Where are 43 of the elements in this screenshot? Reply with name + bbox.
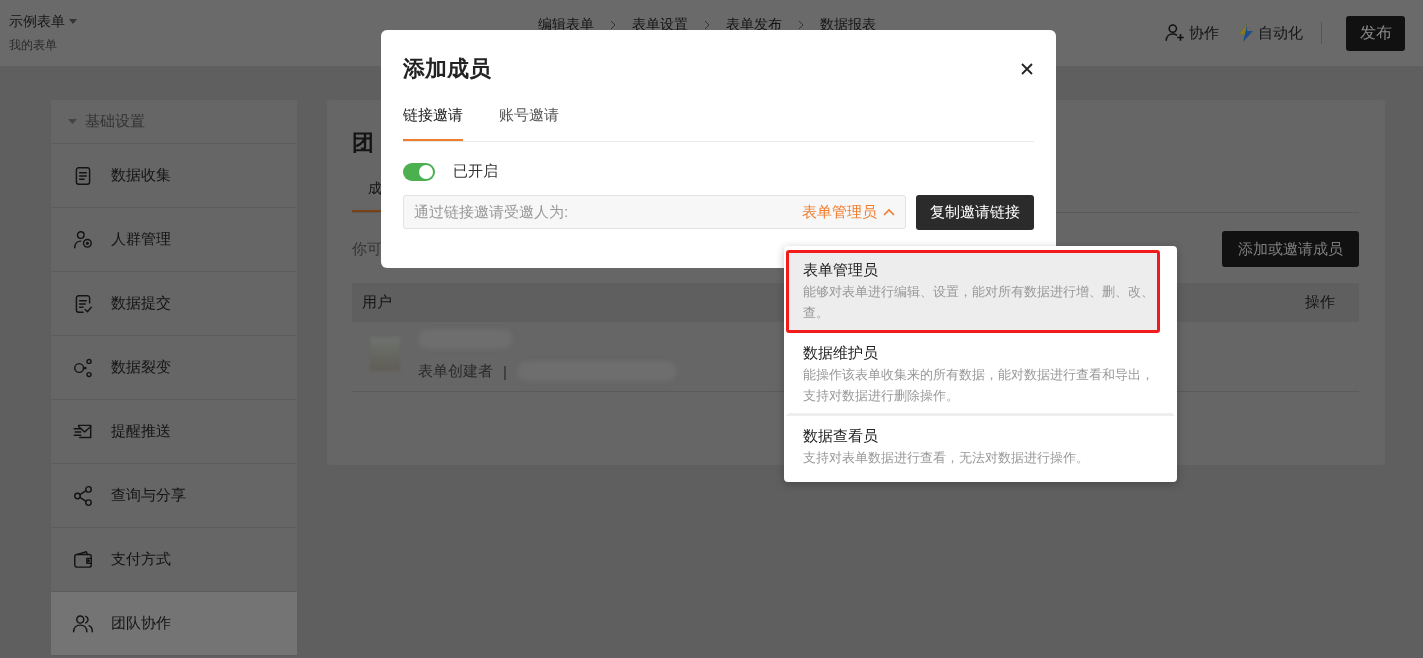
sidebar-item[interactable]: 数据提交 — [51, 272, 297, 336]
breadcrumb-text[interactable]: 我的表单 — [9, 36, 249, 54]
chevron-icon — [797, 20, 804, 30]
sidebar-item[interactable]: 提醒推送 — [51, 400, 297, 464]
dialog-tab[interactable]: 链接邀请 — [403, 106, 463, 141]
dialog-title: 添加成员 — [403, 55, 491, 83]
dialog-tab[interactable]: 账号邀请 — [499, 106, 559, 141]
publish-button[interactable]: 发布 — [1346, 15, 1405, 51]
sidebar-item[interactable]: 查询与分享 — [51, 464, 297, 528]
form-title: 示例表单 — [9, 12, 65, 31]
chevron-icon — [609, 20, 616, 30]
chevron-icon — [703, 20, 710, 30]
role-option[interactable]: 数据查看员 支持对表单数据进行查看，无法对数据进行操作。 — [786, 416, 1175, 478]
column-header: 用户 — [362, 293, 392, 312]
step-tab[interactable]: 表单设置 — [631, 16, 688, 34]
sidebar-item[interactable]: 数据收集 — [51, 144, 297, 208]
sidebar-item[interactable]: 团队协作 — [51, 592, 297, 656]
column-header: 操作 — [1305, 293, 1335, 312]
role-select-field[interactable]: 通过链接邀请受邀人为: 表单管理员 — [403, 195, 906, 229]
toggle-label: 已开启 — [453, 162, 498, 181]
automation-button[interactable]: 自动化 — [1237, 23, 1303, 43]
toggle-switch[interactable] — [403, 162, 435, 181]
copy-link-button[interactable]: 复制邀请链接 — [916, 195, 1034, 230]
close-icon[interactable] — [1020, 62, 1034, 76]
fission-icon — [72, 356, 94, 379]
add-member-button[interactable]: 添加或邀请成员 — [1222, 231, 1359, 267]
add-user-icon — [1164, 22, 1186, 44]
collaborate-button[interactable]: 协作 — [1164, 22, 1219, 44]
separator-text: | — [503, 362, 507, 380]
panel-title: 团 — [352, 129, 375, 157]
role-text: 表单创建者 — [418, 361, 493, 381]
share-icon — [72, 484, 94, 507]
people-icon — [72, 228, 94, 251]
sidebar-item[interactable]: 数据裂变 — [51, 336, 297, 400]
team-icon — [72, 612, 94, 635]
role-option[interactable]: 数据维护员 能操作该表单收集来的所有数据，能对数据进行查看和导出，支持对数据进行删除操作。 — [786, 333, 1175, 416]
role-option[interactable]: 表单管理员 能够对表单进行编辑、设置，能对所有数据进行增、删、改、查。 — [786, 250, 1160, 333]
sidebar-item[interactable]: 人群管理 — [51, 208, 297, 272]
wallet-icon — [72, 548, 94, 571]
caret-icon[interactable] — [69, 18, 77, 25]
step-tab[interactable]: 编辑表单 — [537, 16, 594, 34]
lightning-icon — [1237, 23, 1255, 43]
step-tab[interactable]: 表单发布 — [725, 16, 782, 34]
